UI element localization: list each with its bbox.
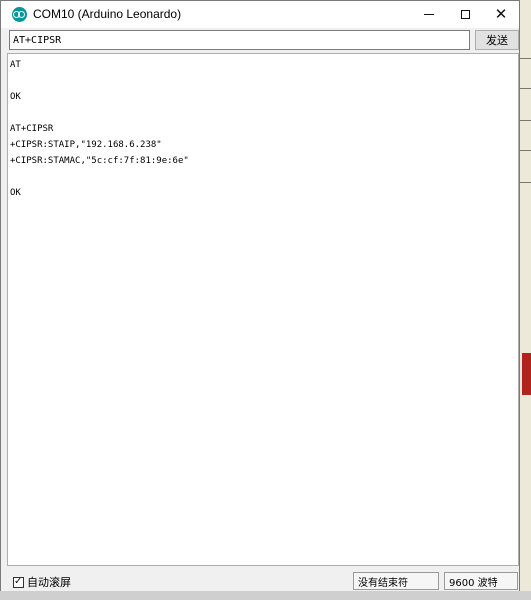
baud-rate-value: 9600 波特 — [449, 577, 498, 589]
maximize-icon — [460, 10, 470, 19]
background-divider — [520, 150, 531, 151]
line-ending-value: 没有结束符 — [358, 577, 408, 589]
check-icon: ✓ — [14, 575, 23, 587]
background-red-block — [522, 353, 531, 395]
maximize-button[interactable] — [447, 1, 483, 28]
background-divider — [520, 58, 531, 59]
background-divider — [520, 182, 531, 183]
output-line: OK — [10, 188, 21, 198]
minimize-icon — [424, 14, 434, 15]
baud-rate-select[interactable]: 9600 波特 — [444, 572, 518, 590]
output-line: OK — [10, 92, 21, 102]
minimize-button[interactable] — [411, 1, 447, 28]
send-button[interactable]: 发送 — [475, 30, 519, 50]
serial-output-area[interactable]: AT OK AT+CIPSR +CIPSR:STAIP,"192.168.6.238"… — [7, 53, 519, 566]
autoscroll-toggle[interactable]: ✓ 自动滚屏 — [13, 574, 71, 590]
status-bar: ✓ 自动滚屏 没有结束符 9600 波特 — [1, 568, 519, 591]
background-divider — [520, 120, 531, 121]
title-bar[interactable]: COM10 (Arduino Leonardo) ✕ — [1, 1, 519, 28]
background-window — [519, 0, 531, 600]
autoscroll-checkbox[interactable]: ✓ — [13, 575, 24, 588]
autoscroll-label: 自动滚屏 — [27, 576, 71, 589]
background-bottom — [0, 591, 531, 600]
output-line: AT+CIPSR — [10, 124, 54, 134]
screen: COM10 (Arduino Leonardo) ✕ 发送 AT OK AT+CIP… — [0, 0, 531, 600]
output-line: +CIPSR:STAMAC,"5c:cf:7f:81:9e:6e" — [10, 156, 189, 166]
arduino-icon — [12, 7, 27, 22]
background-divider — [520, 88, 531, 89]
window-title: COM10 (Arduino Leonardo) — [33, 7, 182, 21]
close-button[interactable]: ✕ — [483, 1, 519, 28]
serial-send-input[interactable] — [9, 30, 470, 50]
output-line: +CIPSR:STAIP,"192.168.6.238" — [10, 140, 162, 150]
line-ending-select[interactable]: 没有结束符 — [353, 572, 439, 590]
close-icon: ✕ — [494, 5, 508, 23]
output-line: AT — [10, 60, 21, 70]
serial-monitor-window: COM10 (Arduino Leonardo) ✕ 发送 AT OK AT+CIP… — [0, 0, 520, 591]
